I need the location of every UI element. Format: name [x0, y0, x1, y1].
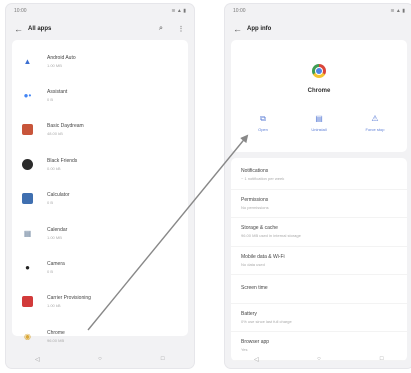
app-size: 0.00 kB — [47, 165, 61, 171]
app-name: Basic Daydream — [47, 123, 84, 130]
android-auto-icon: ▲ — [23, 56, 32, 66]
status-bar: 10:00 ≋ ▲ ▮ — [6, 4, 194, 18]
force-stop-label: Force stop — [365, 127, 385, 132]
app-size: 1.00 kB — [47, 303, 61, 309]
calendar-icon: ▦ — [23, 228, 32, 238]
app-list-item-assistant[interactable]: ●• Assistant 0 B — [12, 78, 188, 112]
app-settings-list: Notifications ~ 1 notification per week … — [231, 158, 407, 361]
arrow-left-icon[interactable]: ← — [14, 24, 23, 34]
page-title: All apps — [28, 26, 52, 32]
chrome-icon — [312, 64, 326, 78]
app-name: Carrier Provisioning — [47, 295, 91, 302]
home-nav-icon[interactable]: ○ — [315, 355, 323, 363]
app-actions: ⧉ Open ▤ Uninstall ⚠ Force stop — [231, 114, 407, 132]
status-bar: 10:00 ≋ ▲ ▮ — [225, 4, 411, 18]
app-name: Camera — [47, 261, 65, 268]
app-size: 0 B — [47, 269, 54, 275]
back-nav-icon[interactable]: ◁ — [33, 355, 41, 363]
app-list-item-carrier-provisioning[interactable]: Carrier Provisioning 1.00 kB — [12, 285, 188, 319]
setting-notifications[interactable]: Notifications ~ 1 notification per week — [231, 161, 407, 190]
app-size: 0 B — [47, 97, 54, 103]
open-label: Open — [258, 127, 268, 132]
back-nav-icon[interactable]: ◁ — [252, 355, 260, 363]
app-name: Calendar — [47, 226, 68, 233]
uninstall-icon: ▤ — [315, 114, 323, 123]
app-size: 96.00 MB — [47, 337, 65, 343]
page-title: App info — [247, 26, 272, 32]
camera-icon: ● — [25, 263, 30, 273]
app-size: 1.00 MB — [47, 62, 62, 68]
calculator-icon — [22, 193, 33, 205]
app-list-item-basic-daydream[interactable]: Basic Daydream 48.00 kB — [12, 113, 188, 147]
navigation-bar: ◁ ○ □ — [225, 350, 411, 368]
app-size: 0 B — [47, 200, 54, 206]
setting-subtitle: 96.00 MB used in internal storage — [241, 233, 301, 239]
app-name: Assistant — [47, 89, 68, 96]
setting-subtitle: 0% use since last full charge — [241, 318, 292, 324]
black-friends-icon — [22, 158, 33, 170]
setting-screen-time[interactable]: Screen time — [231, 275, 407, 304]
setting-title: Mobile data & Wi-Fi — [241, 253, 285, 260]
force-stop-button[interactable]: ⚠ Force stop — [350, 114, 400, 132]
app-header-card: Chrome ⧉ Open ▤ Uninstall ⚠ Force stop — [231, 40, 407, 152]
daydream-icon — [22, 124, 33, 136]
recents-nav-icon[interactable]: □ — [159, 355, 167, 363]
setting-subtitle: No data used — [241, 261, 265, 267]
open-button[interactable]: ⧉ Open — [238, 114, 288, 132]
chrome-icon: ◉ — [24, 331, 31, 341]
carrier-icon — [22, 296, 33, 308]
setting-storage-cache[interactable]: Storage & cache 96.00 MB used in interna… — [231, 218, 407, 247]
setting-title: Permissions — [241, 196, 269, 203]
recents-nav-icon[interactable]: □ — [378, 355, 386, 363]
app-list-item-calendar[interactable]: ▦ Calendar 1.00 MB — [12, 216, 188, 250]
assistant-icon: ●• — [23, 91, 32, 101]
app-list-item-android-auto[interactable]: ▲ Android Auto 1.00 MB — [12, 44, 188, 78]
setting-title: Battery — [241, 310, 257, 317]
app-list-item-black-friends[interactable]: Black Friends 0.00 kB — [12, 147, 188, 181]
app-info-screen: 10:00 ≋ ▲ ▮ ← App info Chrome ⧉ Open ▤ U… — [225, 4, 411, 368]
setting-title: Browser app — [241, 339, 270, 346]
uninstall-label: Uninstall — [311, 127, 327, 132]
all-apps-screen: 10:00 ≋ ▲ ▮ ← All apps ⌕ ⋮ ▲ Android Aut… — [6, 4, 194, 368]
app-name: Chrome — [47, 329, 65, 336]
app-bar: ← All apps ⌕ ⋮ — [6, 18, 194, 40]
setting-title: Notifications — [241, 168, 269, 175]
app-size: 48.00 kB — [47, 131, 63, 137]
home-nav-icon[interactable]: ○ — [96, 355, 104, 363]
app-bar: ← App info — [225, 18, 411, 40]
uninstall-button[interactable]: ▤ Uninstall — [294, 114, 344, 132]
setting-mobile-data-wifi[interactable]: Mobile data & Wi-Fi No data used — [231, 247, 407, 275]
app-list-item-calculator[interactable]: Calculator 0 B — [12, 182, 188, 216]
status-time: 10:00 — [14, 8, 27, 14]
setting-title: Screen time — [241, 284, 268, 291]
navigation-bar: ◁ ○ □ — [6, 350, 194, 368]
more-icon[interactable]: ⋮ — [176, 25, 186, 33]
status-icons: ≋ ▲ ▮ — [171, 8, 186, 14]
setting-permissions[interactable]: Permissions No permissions — [231, 190, 407, 218]
status-icons: ≋ ▲ ▮ — [390, 8, 405, 14]
app-name: Chrome — [307, 88, 331, 94]
search-icon[interactable]: ⌕ — [156, 25, 166, 33]
setting-subtitle: No permissions — [241, 204, 269, 210]
force-stop-icon: ⚠ — [371, 114, 379, 123]
open-icon: ⧉ — [260, 114, 266, 123]
setting-battery[interactable]: Battery 0% use since last full charge — [231, 304, 407, 332]
app-name: Android Auto — [47, 54, 76, 61]
app-list-item-camera[interactable]: ● Camera 0 B — [12, 250, 188, 284]
app-name: Calculator — [47, 192, 70, 199]
app-list: ▲ Android Auto 1.00 MB ●• Assistant 0 B Ba… — [12, 40, 188, 343]
setting-subtitle: ~ 1 notification per week — [241, 176, 285, 182]
arrow-left-icon[interactable]: ← — [233, 24, 242, 34]
setting-title: Storage & cache — [241, 225, 278, 232]
app-size: 1.00 MB — [47, 234, 62, 240]
app-list-item-chrome[interactable]: ◉ Chrome 96.00 MB — [12, 319, 188, 353]
app-name: Black Friends — [47, 157, 78, 164]
status-time: 10:00 — [233, 8, 246, 14]
